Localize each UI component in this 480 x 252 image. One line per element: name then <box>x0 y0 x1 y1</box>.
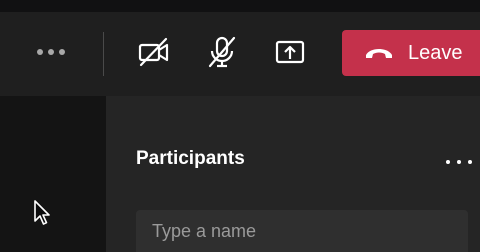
leave-button[interactable]: Leave <box>342 30 480 76</box>
top-strip <box>0 0 480 12</box>
meeting-window: Leave Participants <box>0 0 480 252</box>
participants-more-button[interactable] <box>446 156 472 168</box>
mic-toggle-button[interactable] <box>204 34 240 70</box>
more-horizontal-icon <box>446 160 450 164</box>
participants-title: Participants <box>136 148 245 169</box>
mic-off-icon <box>208 36 236 68</box>
leave-label: Leave <box>408 42 463 64</box>
participant-search-input[interactable] <box>136 210 468 252</box>
toolbar-divider <box>103 32 104 76</box>
meeting-toolbar: Leave <box>0 12 480 96</box>
mouse-pointer-icon <box>34 200 50 225</box>
more-dot <box>457 160 461 164</box>
more-horizontal-icon <box>37 49 43 55</box>
camera-toggle-button[interactable] <box>136 34 172 70</box>
share-screen-button[interactable] <box>272 34 308 70</box>
more-dot <box>468 160 472 164</box>
more-dot <box>59 49 65 55</box>
share-screen-icon <box>275 40 305 64</box>
camera-off-icon <box>138 37 169 67</box>
more-dot <box>48 49 54 55</box>
video-stage <box>0 96 106 252</box>
more-actions-button[interactable] <box>30 38 72 66</box>
hang-up-phone-icon <box>366 49 392 58</box>
